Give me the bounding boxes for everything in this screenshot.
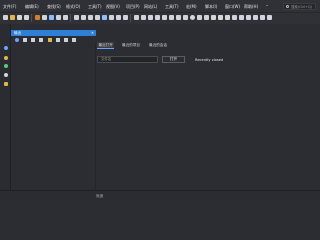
split-icon[interactable] <box>253 15 258 20</box>
copy-icon[interactable] <box>42 15 47 20</box>
column-icon[interactable] <box>141 15 146 20</box>
toolbar-separator <box>31 14 32 22</box>
panel-icon-2[interactable] <box>23 38 27 42</box>
redo-icon[interactable] <box>63 15 68 20</box>
ruler-icon[interactable] <box>155 15 160 20</box>
tab-recent-files[interactable]: 最近打开 <box>97 42 115 49</box>
menubar: 文件(F) 编辑(E) 查找(S) 格式(O) 工具(T) 视图(V) 项目(P… <box>0 0 320 12</box>
menu-script[interactable]: 脚本(I) <box>205 3 217 10</box>
goto-icon[interactable] <box>88 15 93 20</box>
menu-project[interactable]: 项目(P) <box>126 3 140 10</box>
panel-icon-3[interactable] <box>31 38 35 42</box>
blue-dot-icon[interactable] <box>4 46 8 50</box>
open-folder-icon[interactable] <box>10 15 15 20</box>
tab-label: 最近的项目 <box>122 43 140 47</box>
status-bar: 就绪 <box>0 190 320 200</box>
menu-macro[interactable]: 宏(M) <box>186 3 197 10</box>
panel-icon-8[interactable] <box>72 38 76 42</box>
recently-closed-label: Recently closed <box>195 58 224 62</box>
outdent-icon[interactable] <box>123 15 128 20</box>
compare-icon[interactable] <box>162 15 167 20</box>
left-panel <box>11 31 96 190</box>
menu-tools-2[interactable]: 工具(T) <box>165 3 179 10</box>
search-icon <box>286 5 289 8</box>
cut-icon[interactable] <box>35 15 40 20</box>
tab-label: 最近打开 <box>98 43 113 47</box>
save-all-icon[interactable] <box>24 15 29 20</box>
menu-help[interactable]: 帮助(H) <box>244 3 258 10</box>
find-icon[interactable] <box>74 15 79 20</box>
chevron-down-icon[interactable] <box>266 5 268 6</box>
format-icon[interactable] <box>176 15 181 20</box>
play-icon[interactable] <box>197 15 202 20</box>
toolbar-separator <box>70 14 71 22</box>
panel-icon-1[interactable] <box>15 38 19 42</box>
new-file-icon[interactable] <box>3 15 8 20</box>
replace-icon[interactable] <box>81 15 86 20</box>
record-icon[interactable] <box>190 15 195 20</box>
panel-title: 输出 <box>14 31 22 35</box>
hex-icon[interactable] <box>148 15 153 20</box>
print-icon[interactable] <box>95 15 100 20</box>
menu-format[interactable]: 格式(O) <box>66 3 80 10</box>
preview-icon[interactable] <box>102 15 107 20</box>
search-placeholder: 搜索(Ctrl+Q) <box>291 5 312 9</box>
fullscreen-icon[interactable] <box>260 15 265 20</box>
panel-header: 输出 ✕ <box>11 30 96 36</box>
paste-icon[interactable] <box>49 15 54 20</box>
panel-icon-5[interactable] <box>48 38 52 42</box>
panel-icon[interactable] <box>246 15 251 20</box>
comment-icon[interactable] <box>183 15 188 20</box>
toolbar <box>0 12 320 24</box>
menu-search[interactable]: 查找(S) <box>47 3 61 10</box>
menu-view[interactable]: 视图(V) <box>106 3 120 10</box>
tab-recent-sessions[interactable]: 最近的会话 <box>149 42 167 49</box>
menu-tools-1[interactable]: 工具(T) <box>88 3 102 10</box>
globe-icon[interactable] <box>4 64 8 68</box>
panel-icon-7[interactable] <box>64 38 68 42</box>
star-icon[interactable] <box>4 56 8 60</box>
status-text: 就绪 <box>96 194 104 198</box>
open-button-label: 打开 <box>169 57 178 61</box>
toggle-icon[interactable] <box>169 15 174 20</box>
settings-icon[interactable] <box>211 15 216 20</box>
layout-icon[interactable] <box>239 15 244 20</box>
menu-file[interactable]: 文件(F) <box>3 3 16 10</box>
indent-icon[interactable] <box>116 15 121 20</box>
terminal-icon[interactable] <box>232 15 237 20</box>
undo-icon[interactable] <box>56 15 61 20</box>
world-icon[interactable] <box>4 73 8 77</box>
file-name-input[interactable]: 文件名 <box>97 56 158 63</box>
panel-icon-4[interactable] <box>39 38 43 42</box>
browser-icon[interactable] <box>218 15 223 20</box>
file-name-placeholder: 文件名 <box>101 57 112 61</box>
folder-icon[interactable] <box>4 82 8 86</box>
wrap-icon[interactable] <box>109 15 114 20</box>
toolbar-separator <box>130 14 131 22</box>
menu-window[interactable]: 窗口(W) <box>225 3 240 10</box>
stop-icon[interactable] <box>204 15 209 20</box>
search-box[interactable]: 搜索(Ctrl+Q) <box>283 3 316 10</box>
bookmark-icon[interactable] <box>134 15 139 20</box>
menu-edit[interactable]: 编辑(E) <box>25 3 39 10</box>
more-icon[interactable] <box>267 15 272 20</box>
panel-icon-6[interactable] <box>56 38 60 42</box>
ftp-icon[interactable] <box>225 15 230 20</box>
menu-site[interactable]: 网站(L) <box>144 3 157 10</box>
tab-recent-projects[interactable]: 最近的项目 <box>122 42 140 49</box>
open-button[interactable]: 打开 <box>162 56 185 63</box>
close-icon[interactable]: ✕ <box>91 30 94 36</box>
save-icon[interactable] <box>17 15 22 20</box>
tab-label: 最近的会话 <box>149 43 167 47</box>
